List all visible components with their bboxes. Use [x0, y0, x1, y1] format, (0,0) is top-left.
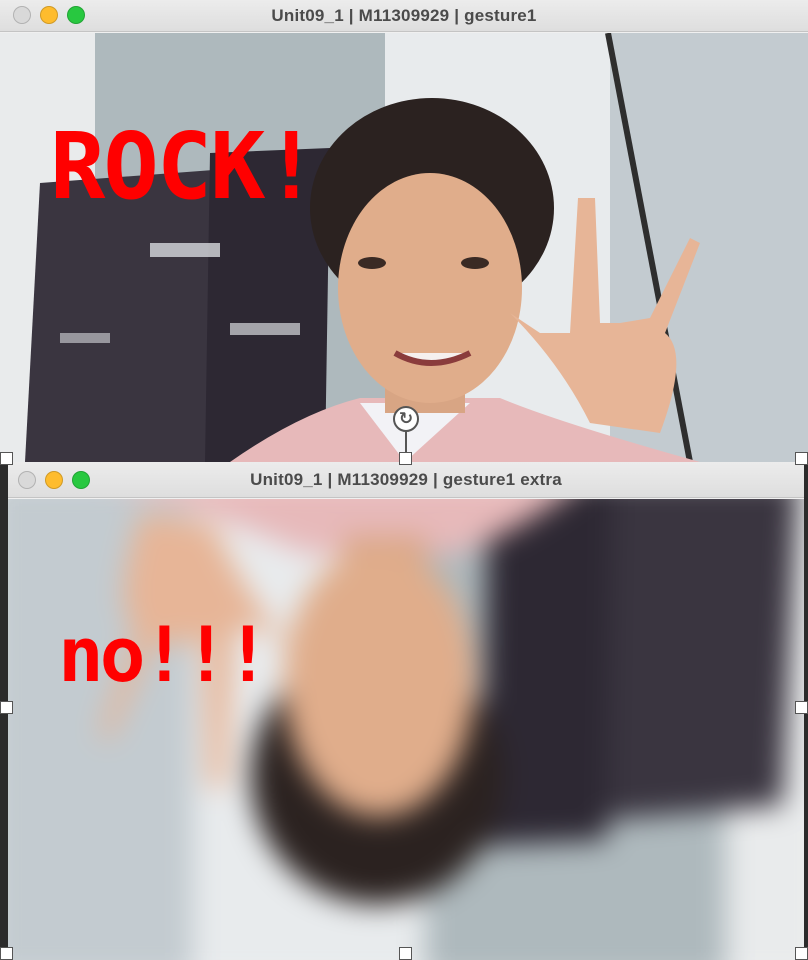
- resize-handle-bottom-left[interactable]: [0, 947, 13, 960]
- resize-handle-bottom-center[interactable]: [399, 947, 412, 960]
- window-titlebar[interactable]: Unit09_1 | M11309929 | gesture1 extra: [8, 462, 804, 498]
- rotate-icon[interactable]: ↻: [393, 406, 419, 432]
- webcam-window-gesture1-extra: Unit09_1 | M11309929 | gesture1 extra no…: [8, 462, 804, 960]
- resize-handle-bottom-right[interactable]: [795, 947, 808, 960]
- camera-frame: no!!!: [8, 499, 804, 960]
- gesture-label: no!!!: [58, 610, 271, 699]
- gesture-label: ROCK!: [50, 113, 319, 220]
- camera-image: [0, 33, 808, 462]
- resize-handle-middle-left[interactable]: [0, 701, 13, 714]
- resize-handle-top-left[interactable]: [0, 452, 13, 465]
- webcam-window-gesture1: Unit09_1 | M11309929 | gesture1 ROCK!: [0, 0, 808, 462]
- resize-handle-top-right[interactable]: [795, 452, 808, 465]
- resize-handle-middle-right[interactable]: [795, 701, 808, 714]
- resize-handle-top-center[interactable]: [399, 452, 412, 465]
- window-title: Unit09_1 | M11309929 | gesture1 extra: [250, 469, 562, 489]
- window-title: Unit09_1 | M11309929 | gesture1: [271, 5, 537, 25]
- window-titlebar[interactable]: Unit09_1 | M11309929 | gesture1: [0, 0, 808, 32]
- camera-frame: ROCK!: [0, 33, 808, 462]
- camera-image-blurred: [8, 499, 804, 960]
